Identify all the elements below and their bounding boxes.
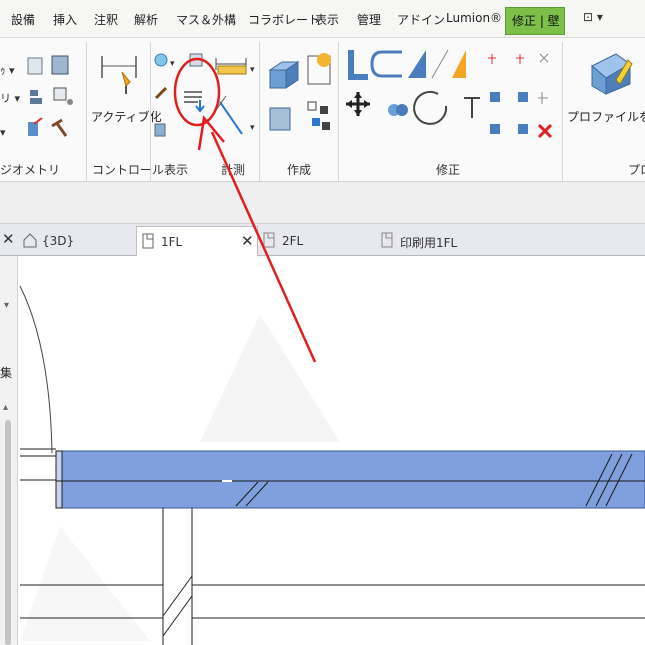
annotation-arrowhead — [197, 115, 225, 151]
annotation-overlay — [173, 57, 317, 363]
annotation-circle — [173, 57, 221, 127]
annotation-arrow-line — [210, 131, 317, 363]
